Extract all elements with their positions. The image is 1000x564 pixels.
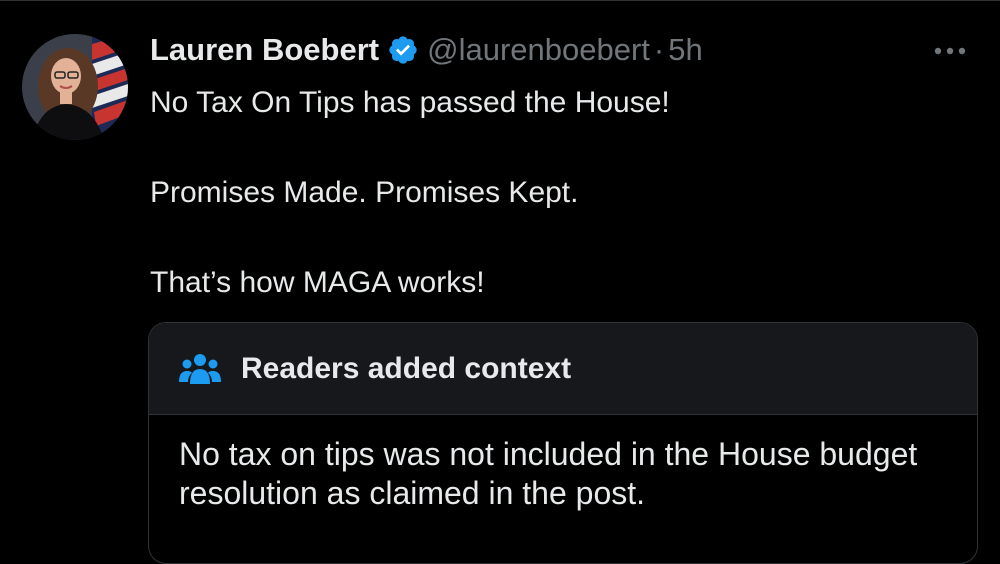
community-note[interactable]: Readers added context No tax on tips was… (148, 322, 978, 564)
community-note-title: Readers added context (241, 351, 572, 385)
post-text-line: No Tax On Tips has passed the House! (150, 86, 670, 119)
more-options-icon (934, 47, 966, 55)
display-name[interactable]: Lauren Boebert (150, 32, 379, 68)
more-options-button[interactable] (930, 38, 970, 64)
avatar[interactable] (22, 34, 128, 140)
avatar-image (22, 34, 128, 140)
post-header: Lauren Boebert @laurenboebert · 5h (150, 28, 703, 72)
people-icon (179, 352, 221, 386)
timestamp[interactable]: 5h (668, 32, 702, 68)
post-text: No Tax On Tips has passed the House! Pro… (150, 80, 970, 305)
community-note-body: No tax on tips was not included in the H… (179, 436, 918, 511)
handle[interactable]: @laurenboebert (427, 32, 650, 68)
top-divider (0, 0, 1000, 1)
separator-dot: · (653, 32, 665, 67)
post-text-line: Promises Made. Promises Kept. (150, 176, 579, 209)
verified-badge-icon (387, 34, 419, 66)
community-note-header: Readers added context (149, 323, 977, 415)
post-text-line: That’s how MAGA works! (150, 266, 485, 299)
